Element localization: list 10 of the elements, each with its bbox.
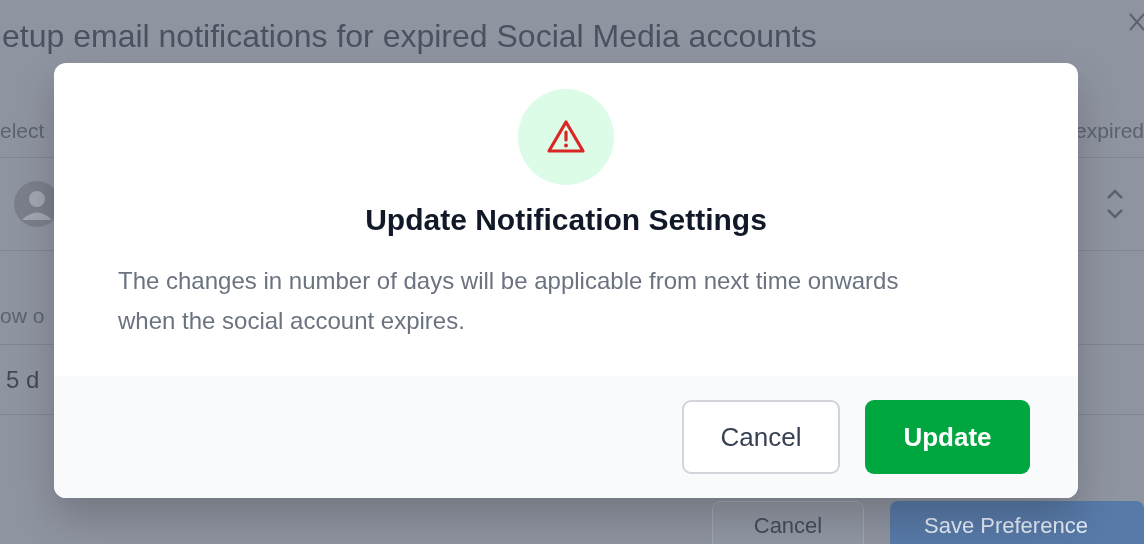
dialog-title: Update Notification Settings: [365, 203, 767, 237]
field-value[interactable]: 5 d: [6, 365, 40, 394]
save-button[interactable]: Save Preference: [890, 501, 1144, 544]
warning-icon: [546, 119, 586, 155]
page-title: etup email notifications for expired Social Media accounts: [2, 18, 817, 55]
cancel-button[interactable]: Cancel: [712, 501, 864, 544]
dialog-message: The changes in number of days will be applicable from next time onwards when the social account expires.: [118, 266, 900, 336]
chevron-updown-icon[interactable]: [1106, 188, 1124, 220]
update-button[interactable]: Update: [865, 400, 1030, 474]
cancel-button[interactable]: Cancel: [682, 400, 840, 474]
